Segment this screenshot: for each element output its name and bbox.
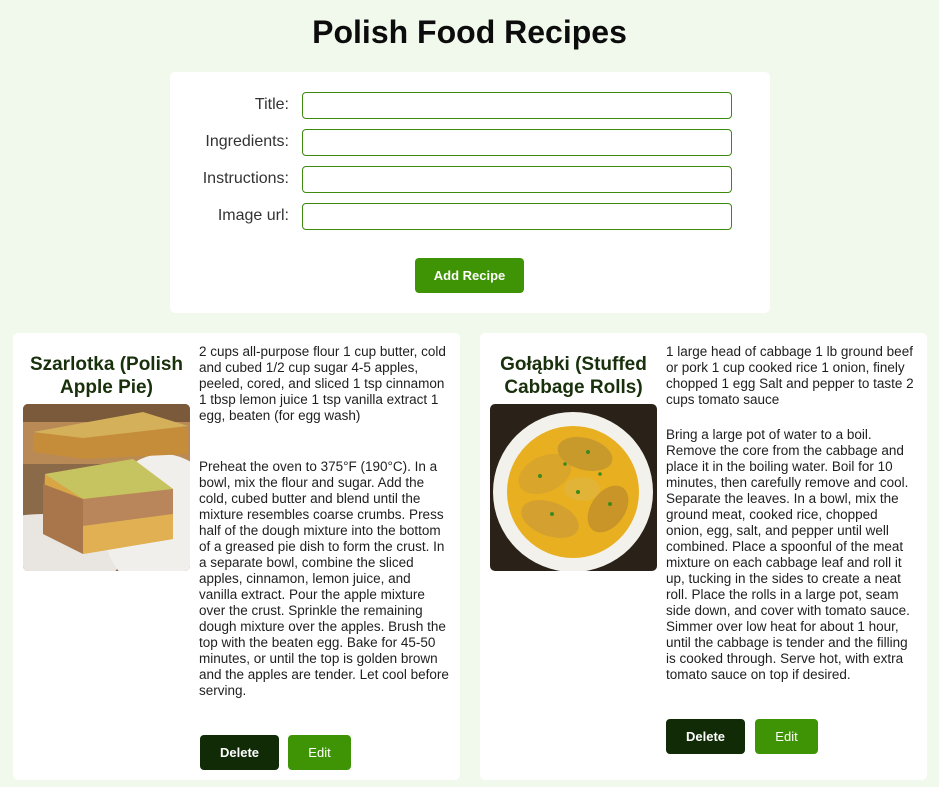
recipe-image	[490, 404, 657, 571]
page-title: Polish Food Recipes	[312, 14, 627, 50]
recipe-instructions: Bring a large pot of water to a boil. Re…	[666, 427, 910, 682]
delete-button[interactable]: Delete	[200, 735, 279, 770]
recipe-card: Szarlotka (Polish Apple Pie) 2 cups all-…	[13, 333, 460, 780]
instructions-row: Instructions:	[170, 166, 770, 193]
cabbage-rolls-image	[490, 404, 657, 571]
image-url-input[interactable]	[302, 203, 732, 230]
ingredients-row: Ingredients:	[170, 129, 770, 156]
add-recipe-button[interactable]: Add Recipe	[415, 258, 524, 293]
edit-button[interactable]: Edit	[755, 719, 818, 754]
ingredients-label: Ingredients:	[205, 133, 289, 150]
image-url-row: Image url:	[170, 203, 770, 230]
recipe-image	[23, 404, 190, 571]
title-label: Title:	[254, 96, 289, 113]
recipe-card: Gołąbki (Stuffed Cabbage Rolls) 1 large …	[480, 333, 927, 780]
image-url-label: Image url:	[217, 207, 289, 224]
title-input[interactable]	[302, 92, 732, 119]
recipe-instructions: Preheat the oven to 375°F (190°C). In a …	[199, 459, 449, 698]
ingredients-input[interactable]	[302, 129, 732, 156]
edit-button[interactable]: Edit	[288, 735, 351, 770]
recipe-title: Gołąbki (Stuffed Cabbage Rolls)	[500, 354, 647, 398]
title-row: Title:	[170, 92, 770, 119]
apple-pie-image	[23, 404, 190, 571]
delete-button[interactable]: Delete	[666, 719, 745, 754]
recipe-title: Szarlotka (Polish Apple Pie)	[29, 354, 184, 398]
recipe-ingredients: 1 large head of cabbage 1 lb ground beef…	[666, 344, 914, 407]
instructions-label: Instructions:	[202, 170, 289, 187]
recipe-ingredients: 2 cups all-purpose flour 1 cup butter, c…	[199, 344, 446, 423]
instructions-input[interactable]	[302, 166, 732, 193]
add-recipe-form: Title: Ingredients: Instructions: Image …	[170, 72, 770, 313]
